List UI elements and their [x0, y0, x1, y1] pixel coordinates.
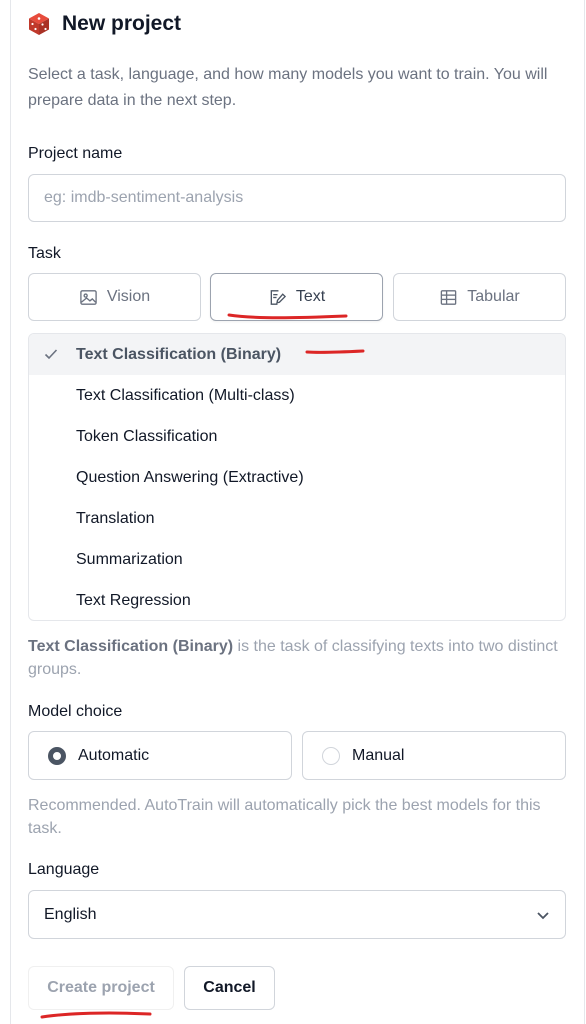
language-label: Language: [28, 861, 100, 878]
tab-tabular-label: Tabular: [467, 288, 520, 305]
cube-logo-icon: [29, 13, 49, 35]
table-icon: [440, 289, 457, 305]
model-choice-automatic[interactable]: Automatic: [28, 731, 292, 780]
task-option-label: Token Classification: [76, 427, 218, 445]
tab-vision-label: Vision: [106, 288, 151, 305]
page-description: Select a task, language, and how many mo…: [28, 66, 548, 109]
edit-text-icon: [270, 289, 286, 305]
page-title: New project: [62, 12, 182, 35]
model-choice-help-text: Recommended. AutoTrain will automaticall…: [28, 797, 541, 837]
chevron-down-icon: [537, 912, 549, 920]
task-option-translation[interactable]: Translation: [29, 498, 565, 539]
task-option-label: Summarization: [76, 550, 183, 568]
language-select-value: English: [44, 905, 97, 923]
header: New project: [27, 12, 181, 36]
cancel-button[interactable]: Cancel: [184, 966, 275, 1010]
create-project-button[interactable]: Create project: [28, 966, 174, 1010]
task-help-text: Text Classification (Binary) is the task…: [28, 635, 558, 681]
project-name-label: Project name: [28, 145, 123, 162]
task-option-question-answering[interactable]: Question Answering (Extractive): [29, 457, 565, 498]
task-help-bold: Text Classification (Binary): [28, 638, 234, 655]
tab-text[interactable]: Text: [210, 273, 383, 321]
tab-vision[interactable]: Vision: [28, 273, 201, 321]
task-option-text-classification-binary[interactable]: Text Classification (Binary): [29, 334, 565, 375]
model-choice-manual[interactable]: Manual: [302, 731, 566, 780]
language-select[interactable]: English: [28, 890, 566, 939]
radio-unselected-icon: [322, 746, 340, 765]
task-option-text-regression[interactable]: Text Regression: [29, 580, 565, 620]
model-choice-label: Model choice: [28, 703, 123, 720]
task-label: Task: [28, 245, 61, 262]
task-option-token-classification[interactable]: Token Classification: [29, 416, 565, 457]
tab-text-label: Text: [295, 288, 326, 305]
project-name-input[interactable]: [28, 174, 566, 222]
task-option-label: Text Classification (Multi-class): [76, 386, 295, 404]
tab-tabular[interactable]: Tabular: [393, 273, 566, 321]
model-choice-automatic-label: Automatic: [78, 746, 150, 764]
task-option-label: Text Classification (Binary): [76, 345, 282, 363]
task-option-label: Text Regression: [76, 591, 191, 609]
model-choice-manual-label: Manual: [352, 746, 405, 764]
radio-selected-icon: [48, 746, 66, 765]
image-icon: [80, 289, 97, 305]
task-options-list: Text Classification (Binary) Text Classi…: [28, 333, 566, 621]
checkmark-icon: [44, 349, 58, 360]
task-option-text-classification-multiclass[interactable]: Text Classification (Multi-class): [29, 375, 565, 416]
task-option-summarization[interactable]: Summarization: [29, 539, 565, 580]
task-option-label: Translation: [76, 509, 155, 527]
task-option-label: Question Answering (Extractive): [76, 468, 304, 486]
